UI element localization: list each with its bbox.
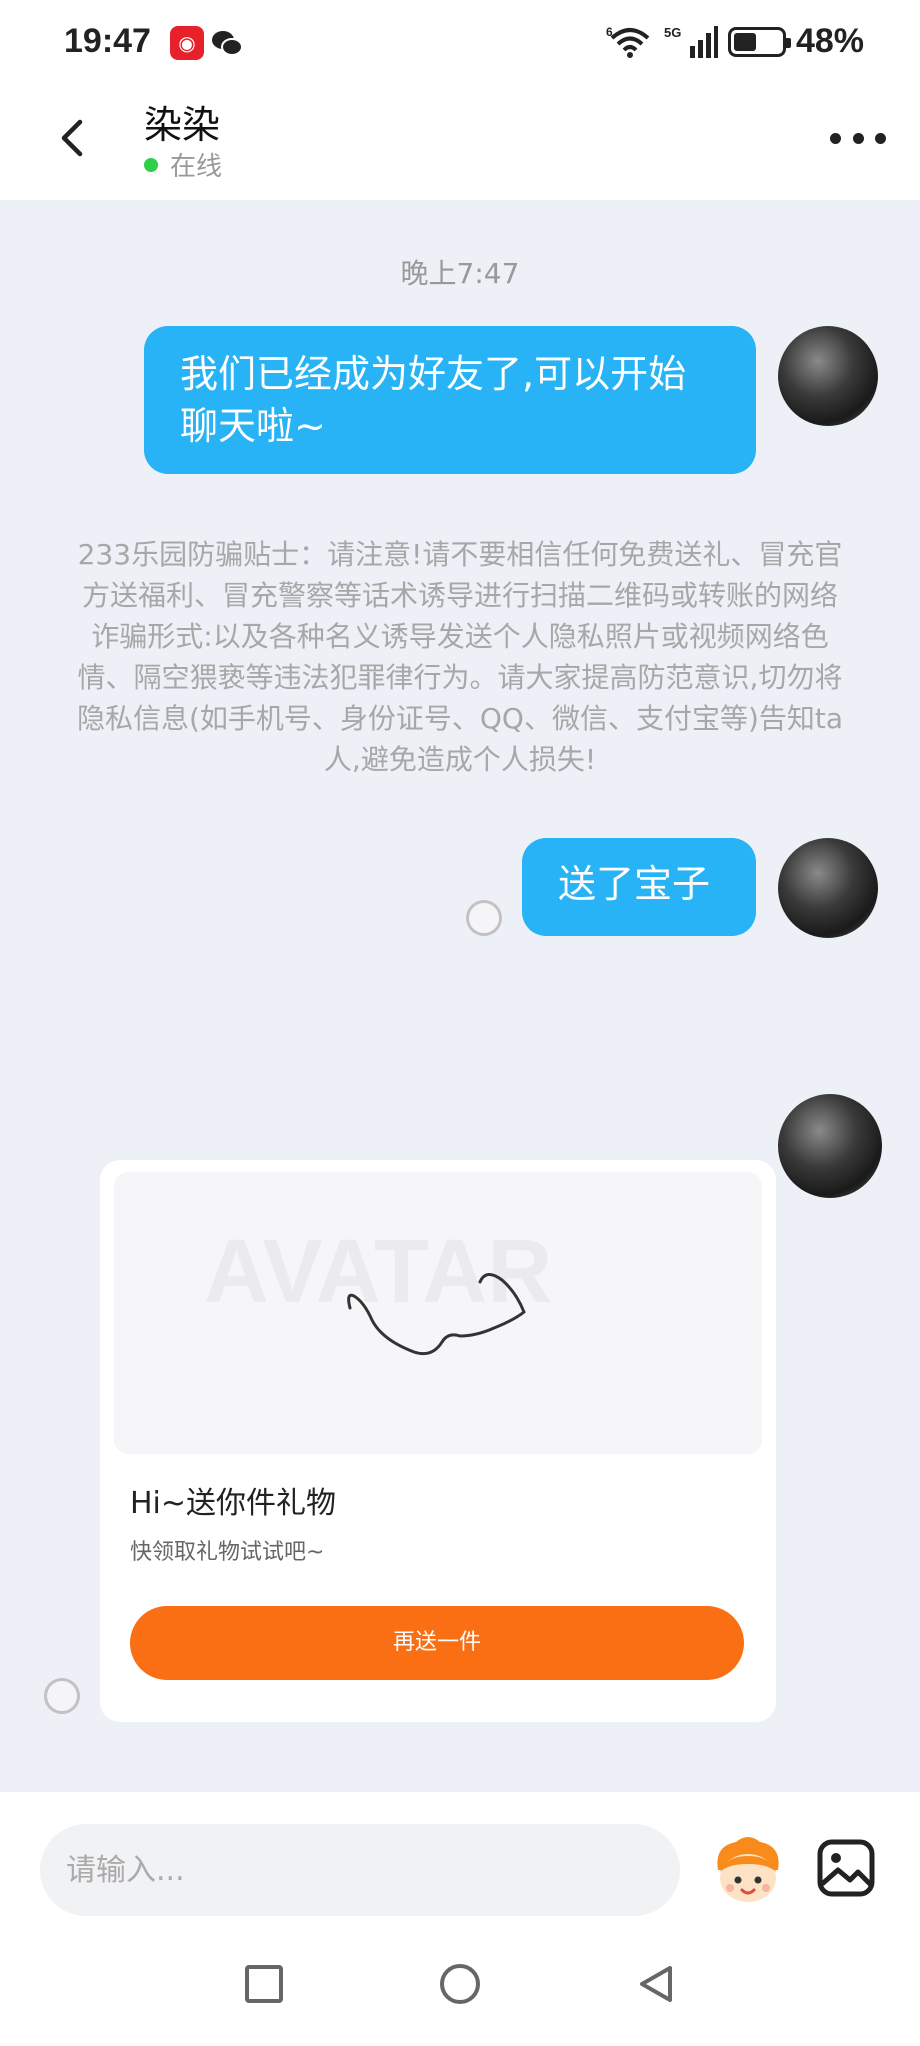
- wifi-icon: 6: [606, 25, 650, 58]
- image-picker-icon[interactable]: [814, 1836, 878, 1900]
- status-right: 6 5G 48%: [606, 22, 864, 61]
- online-dot-icon: [144, 157, 158, 172]
- send-again-button[interactable]: 再送一件: [130, 1606, 744, 1680]
- avatar[interactable]: [778, 326, 878, 426]
- system-nav-bar: [0, 1918, 920, 2046]
- gift-image: AVATAR: [114, 1172, 762, 1454]
- network-label: 5G: [664, 25, 681, 40]
- online-status: 在线: [144, 146, 222, 183]
- nav-home-icon[interactable]: [438, 1962, 482, 2006]
- message-select-radio[interactable]: [44, 1678, 80, 1714]
- message-bubble[interactable]: 送了宝子: [522, 838, 756, 936]
- notification-app-icon: ◉: [170, 26, 204, 60]
- status-time: 19:47: [64, 22, 151, 60]
- emoji-mascot-icon[interactable]: [708, 1830, 788, 1910]
- message-input[interactable]: [40, 1824, 680, 1916]
- signal-icon: 5G: [664, 25, 718, 58]
- avatar[interactable]: [778, 1094, 882, 1198]
- chat-header: 染染 在线: [0, 88, 920, 200]
- nav-recents-icon[interactable]: [242, 1962, 286, 2006]
- gift-title: Hi~送你件礼物: [130, 1486, 337, 1521]
- back-arrow-icon[interactable]: [44, 108, 104, 168]
- wifi-label: 6: [606, 25, 613, 39]
- nav-back-icon[interactable]: [634, 1962, 678, 2006]
- message-bubble[interactable]: 我们已经成为好友了,可以开始聊天啦~: [144, 326, 756, 474]
- gift-subtitle: 快领取礼物试试吧~: [130, 1540, 325, 1565]
- message-select-radio[interactable]: [466, 900, 502, 936]
- more-dots-icon[interactable]: [830, 118, 886, 158]
- message-timestamp: 晚上7:47: [400, 257, 520, 290]
- input-bar: [0, 1792, 920, 1918]
- battery-percent: 48%: [795, 22, 864, 60]
- gift-card[interactable]: AVATAR Hi~送你件礼物 快领取礼物试试吧~ 再送一件: [100, 1160, 776, 1722]
- avatar[interactable]: [778, 838, 878, 938]
- status-bar: 19:47 ◉ 6 5G 48%: [0, 0, 920, 88]
- online-status-label: 在线: [170, 152, 223, 182]
- safety-notice: 233乐园防骗贴士：请注意!请不要相信任何免费送礼、冒充官方送福利、冒充警察等话…: [76, 538, 844, 776]
- contact-name: 染染: [144, 103, 221, 147]
- battery-icon: [727, 26, 791, 57]
- gift-watermark: AVATAR: [204, 1222, 552, 1322]
- wechat-icon: [212, 31, 243, 56]
